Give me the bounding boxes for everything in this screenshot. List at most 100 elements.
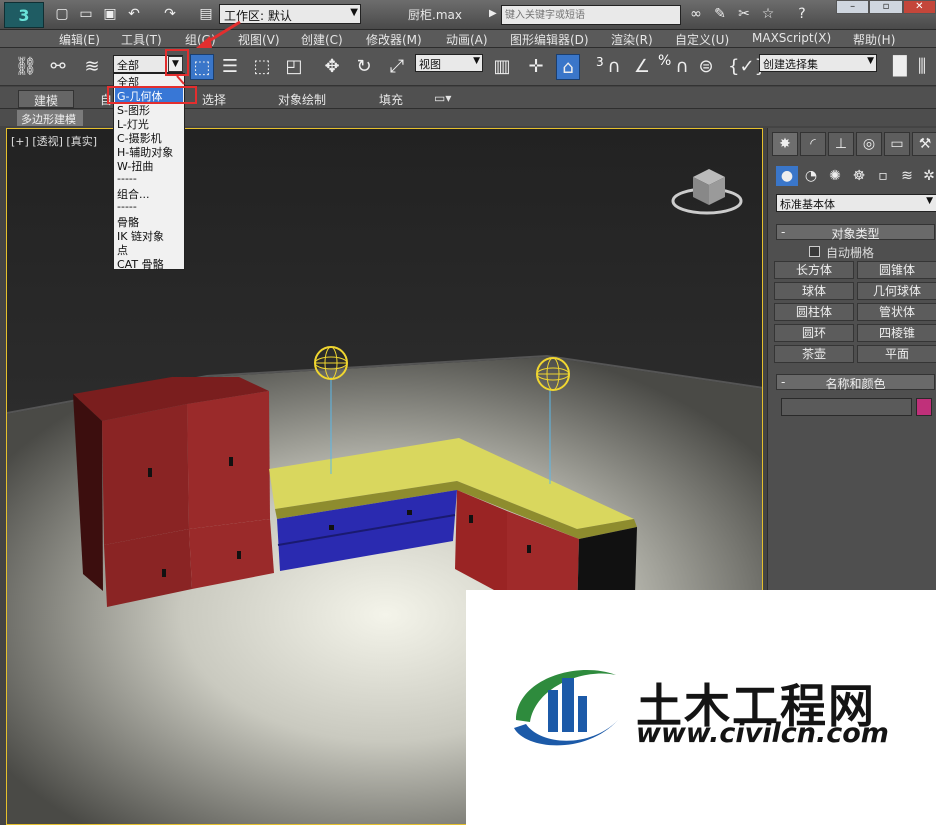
viewport-shading-mode[interactable]: [真实]: [66, 135, 97, 148]
tab-selection[interactable]: 选择: [202, 91, 226, 108]
new-file-icon[interactable]: ▢: [52, 5, 72, 23]
open-file-icon[interactable]: ▭: [76, 5, 96, 23]
unlink-icon[interactable]: ⚯: [46, 54, 70, 80]
pivot-center-icon[interactable]: ▥: [490, 54, 514, 80]
object-color-swatch[interactable]: [916, 398, 932, 416]
motion-tab-icon[interactable]: ◎: [856, 132, 882, 156]
star-icon[interactable]: ☆: [758, 5, 778, 23]
cone-button[interactable]: 圆锥体: [857, 261, 936, 279]
mirror-icon[interactable]: ▐▌: [886, 54, 914, 80]
rollout-name-and-color[interactable]: - 名称和颜色: [776, 374, 935, 391]
help-icon[interactable]: ?: [792, 5, 812, 23]
named-selection-dropdown[interactable]: 创建选择集 ▼: [759, 54, 877, 72]
rollout-object-type[interactable]: - 对象类型: [776, 224, 935, 241]
shapes-category-icon[interactable]: ◔: [800, 166, 822, 186]
menu-animation[interactable]: 动画(A): [446, 31, 488, 48]
create-tab-icon[interactable]: ✸: [772, 132, 798, 156]
watermark: 土木工程网 www.civilcn.com: [466, 590, 936, 825]
chevron-down-icon: ▼: [867, 56, 874, 66]
teapot-button[interactable]: 茶壶: [774, 345, 854, 363]
menu-group[interactable]: 组(G): [185, 31, 216, 48]
cylinder-button[interactable]: 圆柱体: [774, 303, 854, 321]
menu-modifiers[interactable]: 修改器(M): [366, 31, 422, 48]
close-button[interactable]: ✕: [902, 0, 936, 14]
tab-object-paint[interactable]: 对象绘制: [278, 91, 326, 108]
spacewarps-category-icon[interactable]: ≋: [896, 166, 918, 186]
search-input[interactable]: [501, 5, 681, 25]
sphere-button[interactable]: 球体: [774, 282, 854, 300]
rotate-icon[interactable]: ↻: [352, 54, 376, 80]
document-title: 厨柜.max: [408, 8, 462, 22]
tools-icon[interactable]: ✂: [734, 5, 754, 23]
pyramid-button[interactable]: 四棱锥: [857, 324, 936, 342]
select-manipulate-icon[interactable]: ✛: [524, 54, 548, 80]
plane-button[interactable]: 平面: [857, 345, 936, 363]
edit-named-selection-icon[interactable]: {✓}: [728, 54, 766, 80]
keyboard-shortcut-toggle-icon[interactable]: ⌂: [556, 54, 580, 80]
app-logo-button[interactable]: 3: [4, 2, 44, 28]
geosphere-button[interactable]: 几何球体: [857, 282, 936, 300]
menu-help[interactable]: 帮助(H): [853, 31, 895, 48]
filter-option-cat-bone[interactable]: CAT 骨骼: [117, 256, 164, 272]
move-icon[interactable]: ✥: [320, 54, 344, 80]
window-crossing-icon[interactable]: ◰: [282, 54, 306, 80]
menu-customize[interactable]: 自定义(U): [675, 31, 729, 48]
hierarchy-tab-icon[interactable]: ⊥: [828, 132, 854, 156]
percent-snap-magnet-icon[interactable]: ∩: [670, 54, 694, 80]
viewport-menu-plus[interactable]: [+]: [11, 135, 29, 148]
menu-edit[interactable]: 编辑(E): [59, 31, 100, 48]
undo-icon[interactable]: ↶: [124, 5, 144, 23]
tab-populate[interactable]: 填充: [379, 91, 403, 108]
workspace-dropdown[interactable]: 工作区: 默认 ▼: [219, 4, 361, 24]
scale-icon[interactable]: ⤢: [385, 54, 409, 80]
save-icon[interactable]: ▣: [100, 5, 120, 23]
project-folder-icon[interactable]: ▤: [196, 5, 216, 23]
maximize-button[interactable]: ▫: [869, 0, 903, 14]
menu-maxscript[interactable]: MAXScript(X): [752, 31, 831, 45]
menu-views[interactable]: 视图(V): [238, 31, 280, 48]
minimize-button[interactable]: –: [836, 0, 870, 14]
wrench-icon[interactable]: ✎: [710, 5, 730, 23]
geometry-category-icon[interactable]: ●: [776, 166, 798, 186]
menu-bar: 编辑(E) 工具(T) 组(G) 视图(V) 创建(C) 修改器(M) 动画(A…: [0, 30, 936, 48]
helpers-category-icon[interactable]: ▫: [872, 166, 894, 186]
watermark-logo: [514, 670, 618, 746]
reference-coordinate-dropdown[interactable]: 视图 ▼: [415, 54, 483, 72]
menu-tools[interactable]: 工具(T): [121, 31, 162, 48]
box-button[interactable]: 长方体: [774, 261, 854, 279]
menu-create[interactable]: 创建(C): [301, 31, 343, 48]
select-object-icon[interactable]: ⬚: [190, 54, 214, 80]
binoculars-icon[interactable]: ∞: [686, 5, 706, 23]
display-tab-icon[interactable]: ▭: [884, 132, 910, 156]
angle-snap-icon[interactable]: ∠: [630, 54, 654, 80]
utilities-tab-icon[interactable]: ⚒: [912, 132, 936, 156]
cameras-category-icon[interactable]: ☸: [848, 166, 870, 186]
rectangular-selection-icon[interactable]: ⬚: [250, 54, 274, 80]
spinner-snap-icon[interactable]: ⊜: [694, 54, 718, 80]
object-name-field[interactable]: [781, 398, 912, 416]
reference-coordinate-value: 视图: [419, 58, 441, 71]
align-icon[interactable]: ⫼: [910, 54, 934, 80]
window-controls: – ▫ ✕: [836, 0, 936, 14]
ribbon-options-icon[interactable]: ▭▾: [434, 91, 451, 105]
torus-button[interactable]: 圆环: [774, 324, 854, 342]
viewport-point-of-view[interactable]: [透视]: [32, 135, 63, 148]
modify-tab-icon[interactable]: ◜: [800, 132, 826, 156]
collapse-icon: -: [781, 375, 786, 389]
object-category-dropdown[interactable]: 标准基本体 ▼: [776, 194, 936, 212]
autogrid-checkbox[interactable]: [809, 246, 820, 257]
select-by-name-icon[interactable]: ☰: [218, 54, 242, 80]
select-link-icon[interactable]: ⛓: [14, 54, 38, 80]
menu-graph-editors[interactable]: 图形编辑器(D): [510, 31, 589, 48]
redo-icon[interactable]: ↷: [160, 5, 180, 23]
tab-modeling[interactable]: 建模: [18, 90, 74, 108]
bind-space-warp-icon[interactable]: ≋: [80, 54, 104, 80]
systems-category-icon[interactable]: ✲: [918, 166, 936, 186]
tube-button[interactable]: 管状体: [857, 303, 936, 321]
chevron-down-icon: ▼: [473, 56, 480, 66]
snaps-toggle-icon[interactable]: ∩: [602, 54, 626, 80]
menu-rendering[interactable]: 渲染(R): [611, 31, 653, 48]
polygon-modeling-label[interactable]: 多边形建模: [17, 110, 83, 126]
lights-category-icon[interactable]: ✺: [824, 166, 846, 186]
expand-arrow-icon[interactable]: ▶: [489, 8, 497, 19]
